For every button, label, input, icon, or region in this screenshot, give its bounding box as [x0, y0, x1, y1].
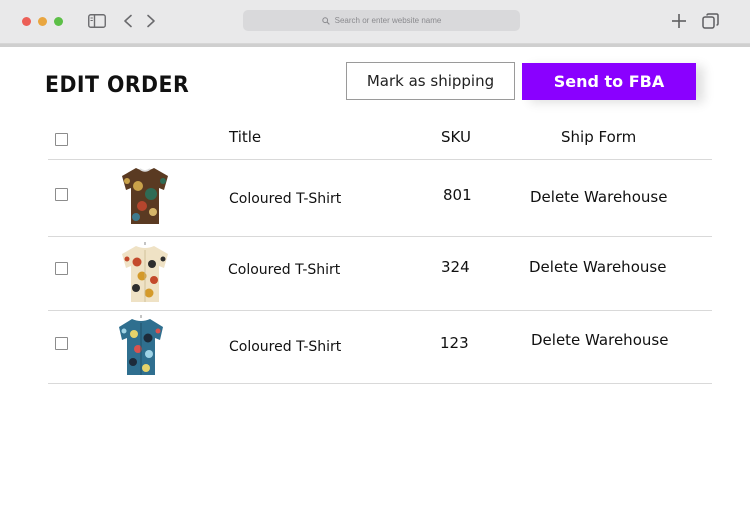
- delete-warehouse-link[interactable]: Delete Warehouse: [530, 188, 667, 206]
- select-all-checkbox[interactable]: [55, 133, 68, 146]
- address-placeholder: Search or enter website name: [334, 16, 442, 25]
- row-sku: 801: [443, 186, 472, 204]
- toolbar-divider: [0, 44, 750, 47]
- column-header-title: Title: [229, 128, 262, 146]
- row-divider: [48, 383, 712, 384]
- browser-window: Search or enter website name EDIT ORDER …: [0, 0, 750, 509]
- blue-print-shirt-icon: [119, 315, 163, 375]
- row-sku: 123: [440, 334, 469, 352]
- browser-toolbar: Search or enter website name: [0, 0, 750, 44]
- row-title: Coloured T-Shirt: [228, 262, 341, 278]
- back-arrow-icon[interactable]: [122, 14, 134, 28]
- header-divider: [48, 159, 712, 160]
- column-header-ship-form: Ship Form: [561, 128, 637, 146]
- row-divider: [48, 310, 712, 311]
- minimize-window-icon[interactable]: [38, 17, 47, 26]
- row-sku: 324: [441, 258, 470, 276]
- close-window-icon[interactable]: [22, 17, 31, 26]
- search-icon: [321, 16, 330, 25]
- floral-shirt-icon: [122, 242, 168, 302]
- forward-arrow-icon[interactable]: [145, 14, 157, 28]
- tab-overview-icon[interactable]: [702, 13, 719, 30]
- send-to-fba-button[interactable]: Send to FBA: [522, 63, 696, 100]
- paisley-tshirt-icon: [122, 168, 168, 224]
- row-checkbox[interactable]: [55, 188, 68, 201]
- delete-warehouse-link[interactable]: Delete Warehouse: [529, 258, 666, 276]
- page-title: EDIT ORDER: [45, 73, 190, 98]
- delete-warehouse-link[interactable]: Delete Warehouse: [531, 331, 668, 349]
- address-bar[interactable]: Search or enter website name: [243, 10, 520, 31]
- mark-as-shipping-button[interactable]: Mark as shipping: [346, 62, 515, 100]
- row-title: Coloured T-Shirt: [229, 191, 342, 207]
- sidebar-toggle-icon[interactable]: [88, 14, 106, 28]
- row-divider: [48, 236, 712, 237]
- row-checkbox[interactable]: [55, 337, 68, 350]
- row-title: Coloured T-Shirt: [229, 339, 342, 355]
- column-header-sku: SKU: [441, 128, 471, 146]
- zoom-window-icon[interactable]: [54, 17, 63, 26]
- row-checkbox[interactable]: [55, 262, 68, 275]
- new-tab-plus-icon[interactable]: [671, 13, 687, 29]
